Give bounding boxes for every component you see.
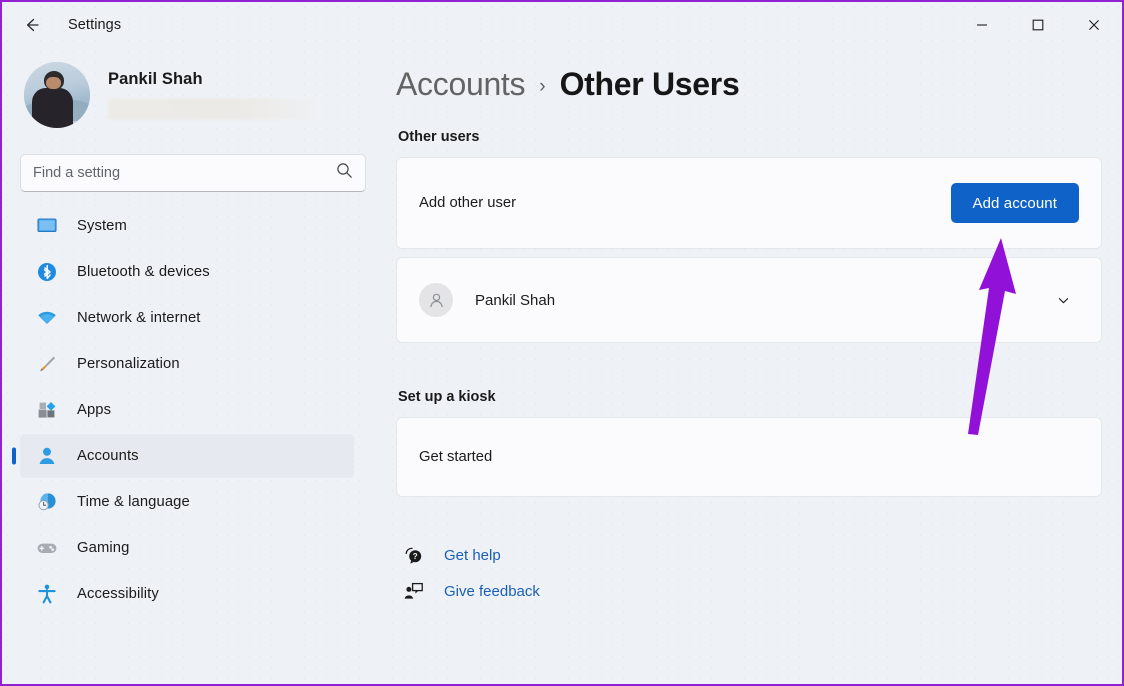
kiosk-heading: Set up a kiosk [398, 389, 1102, 405]
add-account-button[interactable]: Add account [951, 183, 1080, 223]
sidebar-item-label: Apps [77, 402, 111, 418]
profile-email-redacted [108, 98, 316, 120]
person-avatar-icon [419, 283, 453, 317]
feedback-person-icon [400, 581, 426, 602]
get-help-label: Get help [444, 547, 501, 564]
give-feedback-label: Give feedback [444, 583, 540, 600]
sidebar-item-label: Network & internet [77, 310, 201, 326]
sidebar-item-label: Gaming [77, 540, 129, 556]
accessibility-icon [34, 583, 60, 605]
give-feedback-link[interactable]: Give feedback [400, 573, 540, 609]
sidebar-item-label: Bluetooth & devices [77, 264, 210, 280]
gamepad-icon [34, 537, 60, 559]
back-button[interactable] [12, 9, 52, 41]
kiosk-get-started-label: Get started [419, 449, 492, 465]
window-body: Pankil Shah [2, 48, 1122, 684]
profile-name: Pankil Shah [108, 70, 362, 89]
profile-block[interactable]: Pankil Shah [10, 48, 362, 138]
maximize-button[interactable] [1010, 2, 1066, 48]
main-content: Accounts › Other Users Other users Add o… [380, 48, 1122, 684]
settings-window: Settings [0, 0, 1124, 686]
window-controls [954, 2, 1122, 48]
minimize-button[interactable] [954, 2, 1010, 48]
user-name: Pankil Shah [475, 292, 555, 309]
sidebar-item-bluetooth-devices[interactable]: Bluetooth & devices [20, 250, 354, 294]
user-row-card[interactable]: Pankil Shah [396, 257, 1102, 343]
sidebar: Pankil Shah [2, 48, 380, 684]
search-wrapper [20, 154, 354, 192]
sidebar-item-accessibility[interactable]: Accessibility [20, 572, 354, 616]
bluetooth-icon [34, 261, 60, 283]
get-help-link[interactable]: ? Get help [400, 537, 501, 573]
person-icon [34, 445, 60, 467]
sidebar-item-label: Personalization [77, 356, 180, 372]
back-arrow-icon [22, 15, 42, 35]
wifi-icon [34, 307, 60, 329]
breadcrumb: Accounts › Other Users [396, 66, 1102, 103]
search-box[interactable] [20, 154, 366, 192]
apps-icon [34, 399, 60, 421]
footer-links: ? Get help Give feedback [400, 537, 1102, 609]
paintbrush-icon [34, 353, 60, 375]
help-question-icon: ? [400, 545, 426, 566]
page-title: Other Users [560, 66, 740, 103]
clock-globe-icon [34, 491, 60, 513]
sidebar-item-label: System [77, 218, 127, 234]
monitor-icon [34, 215, 60, 237]
close-button[interactable] [1066, 2, 1122, 48]
user-row-left: Pankil Shah [419, 283, 555, 317]
minimize-icon [976, 19, 988, 31]
search-icon [336, 162, 353, 184]
app-title: Settings [68, 17, 121, 33]
add-other-user-label: Add other user [419, 195, 516, 211]
profile-text: Pankil Shah [108, 70, 362, 120]
sidebar-item-accounts[interactable]: Accounts [20, 434, 354, 478]
sidebar-item-label: Time & language [77, 494, 190, 510]
add-other-user-card: Add other user Add account [396, 157, 1102, 249]
title-bar: Settings [2, 2, 1122, 48]
sidebar-item-time-language[interactable]: Time & language [20, 480, 354, 524]
maximize-icon [1032, 19, 1044, 31]
sidebar-item-system[interactable]: System [20, 204, 354, 248]
breadcrumb-parent[interactable]: Accounts [396, 66, 525, 103]
chevron-right-icon: › [539, 76, 545, 98]
kiosk-card[interactable]: Get started [396, 417, 1102, 497]
sidebar-item-label: Accounts [77, 448, 139, 464]
sidebar-item-personalization[interactable]: Personalization [20, 342, 354, 386]
close-icon [1088, 19, 1100, 31]
sidebar-item-network-internet[interactable]: Network & internet [20, 296, 354, 340]
sidebar-item-gaming[interactable]: Gaming [20, 526, 354, 570]
chevron-down-icon[interactable] [1047, 284, 1079, 316]
svg-text:?: ? [412, 552, 417, 561]
avatar [24, 62, 90, 128]
search-input[interactable] [33, 165, 330, 181]
other-users-heading: Other users [398, 129, 1102, 145]
sidebar-nav: System Bluetooth & devices [10, 204, 362, 616]
sidebar-item-label: Accessibility [77, 586, 159, 602]
sidebar-item-apps[interactable]: Apps [20, 388, 354, 432]
